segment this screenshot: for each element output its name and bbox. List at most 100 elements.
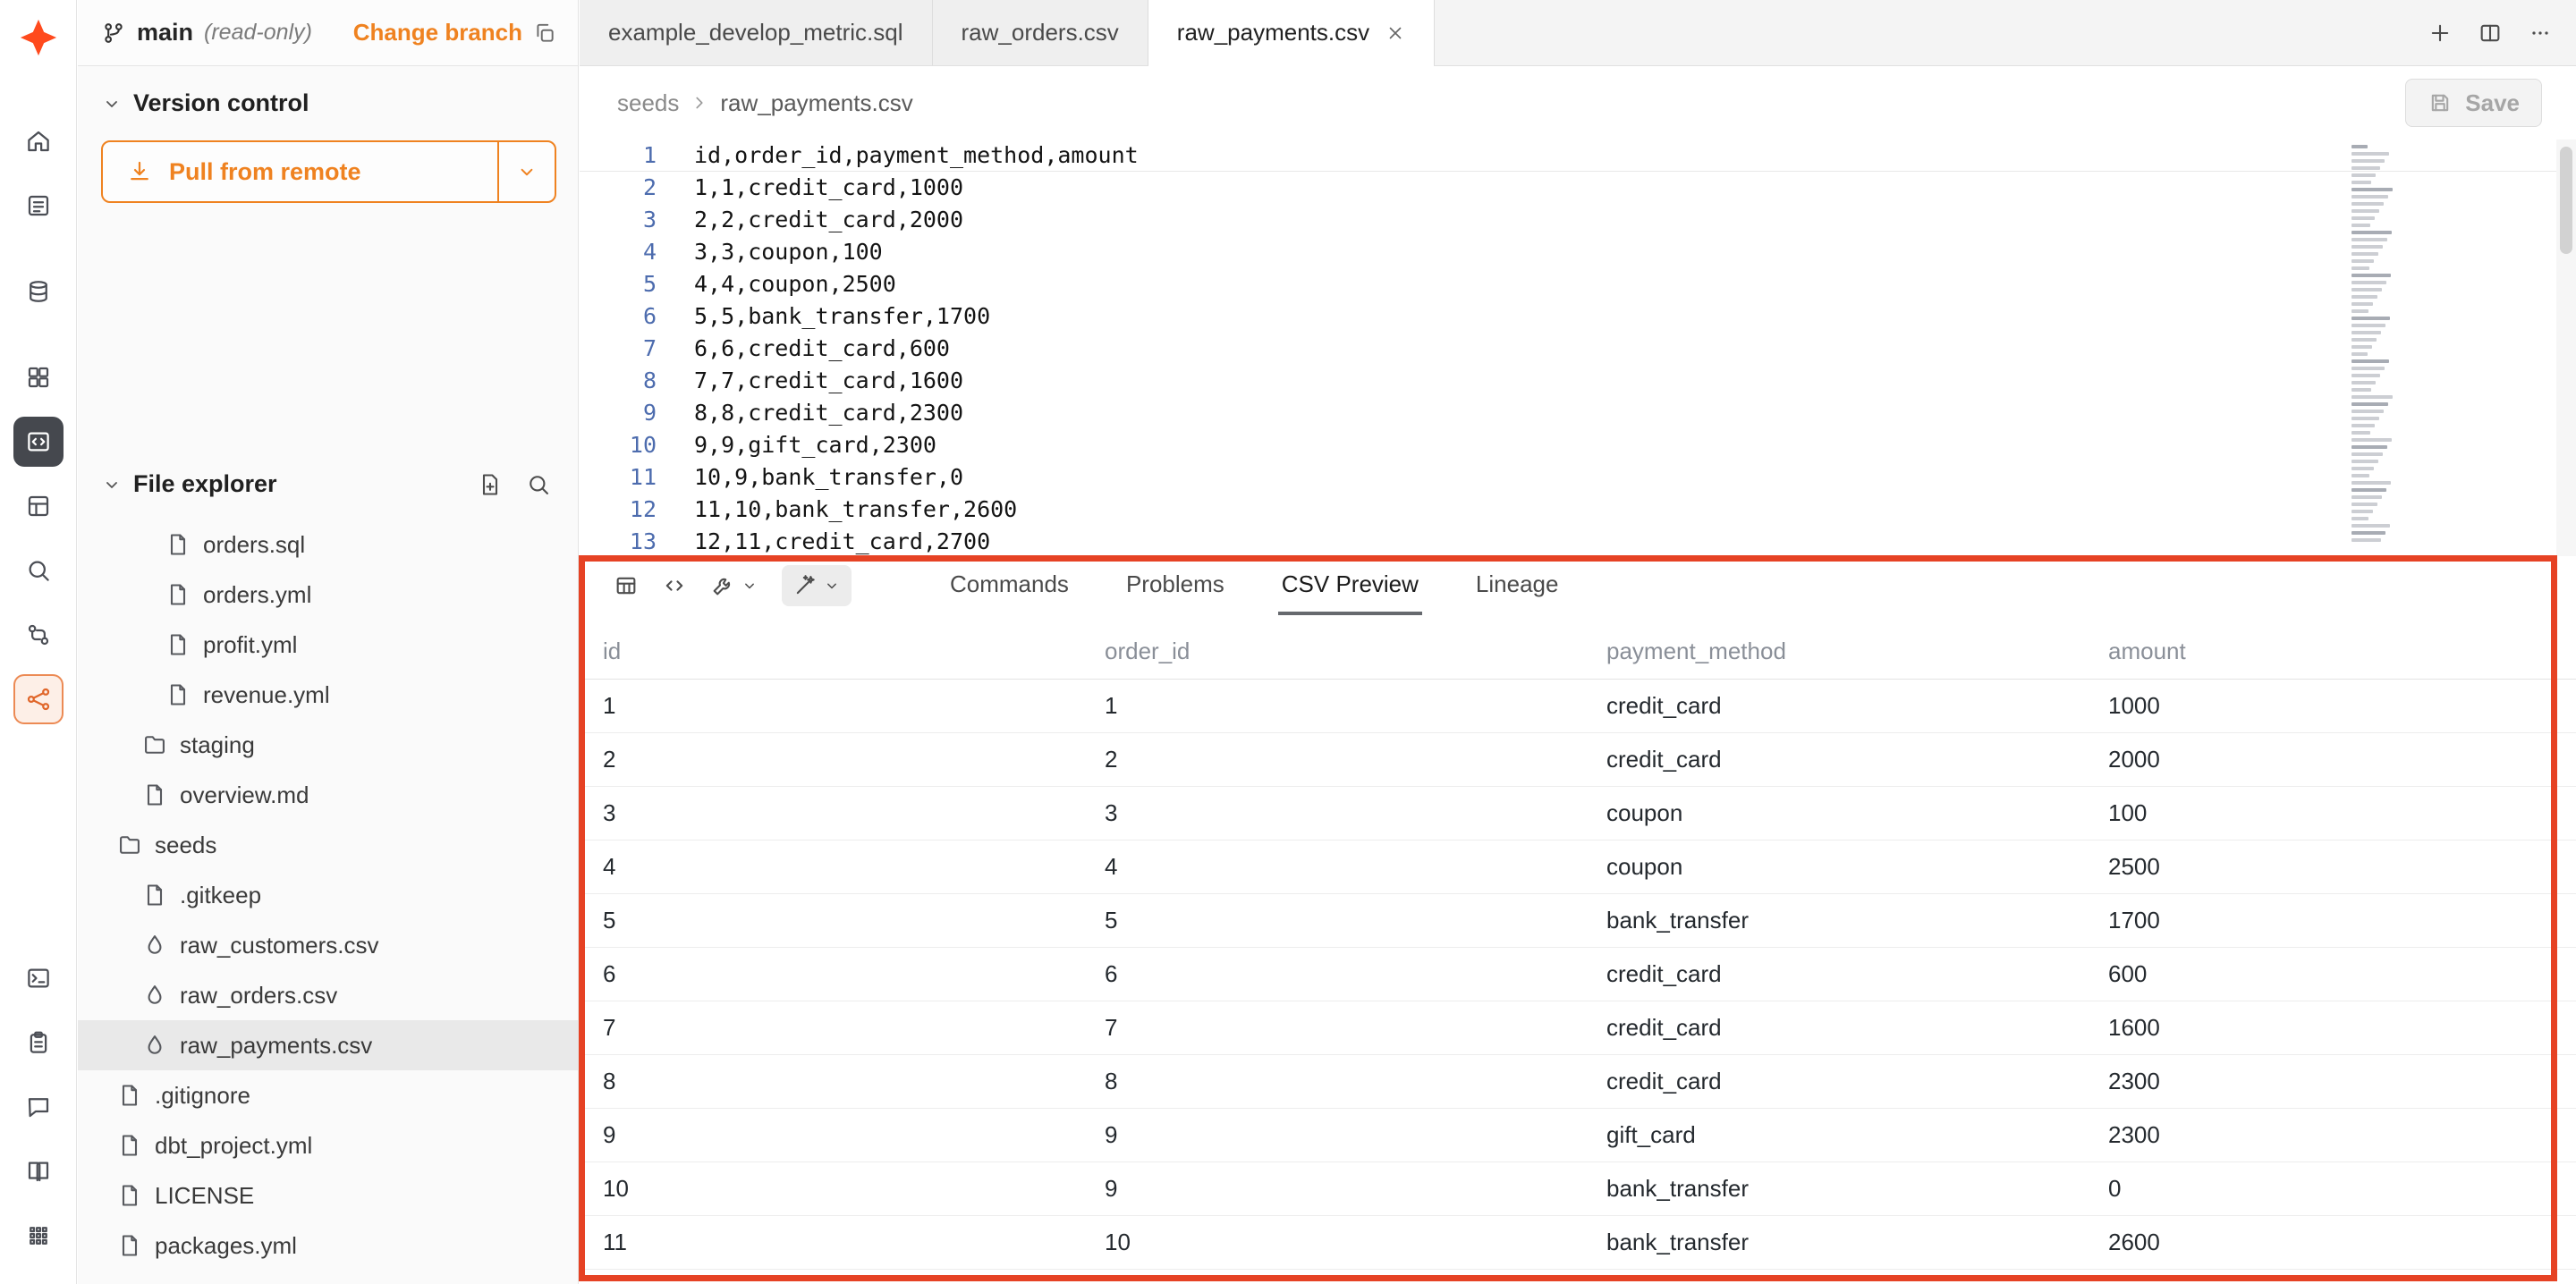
minimap-line bbox=[2351, 367, 2385, 370]
home-rail-button[interactable] bbox=[13, 116, 64, 166]
breadcrumb-seeds[interactable]: seeds bbox=[617, 89, 679, 117]
minimap-line bbox=[2351, 495, 2382, 499]
apps-rail-button[interactable] bbox=[13, 1211, 64, 1261]
version-control-section-header[interactable]: Version control bbox=[78, 66, 578, 126]
file-item-raw-payments-csv[interactable]: raw_payments.csv bbox=[78, 1020, 578, 1070]
table-row: 55bank_transfer1700 bbox=[580, 894, 2576, 948]
new-file-icon[interactable] bbox=[478, 472, 503, 497]
code-tool-button[interactable] bbox=[662, 573, 687, 598]
file-item-license[interactable]: LICENSE bbox=[78, 1170, 578, 1221]
table-cell: 5 bbox=[603, 907, 1105, 934]
file-item-seeds[interactable]: seeds bbox=[78, 820, 578, 870]
plus-icon bbox=[2428, 21, 2453, 46]
file-item-orders-yml[interactable]: orders.yml bbox=[78, 570, 578, 620]
line-text: 10,9,bank_transfer,0 bbox=[657, 461, 963, 494]
close-tab-button[interactable] bbox=[1385, 23, 1405, 43]
table-cell: 2600 bbox=[2108, 1229, 2576, 1256]
search-code-rail-button[interactable] bbox=[13, 545, 64, 596]
log-rail-button[interactable] bbox=[13, 181, 64, 231]
clipboard-rail-button[interactable] bbox=[13, 1018, 64, 1068]
code-editor-rail-button[interactable] bbox=[13, 417, 64, 467]
panel-tab-lineage[interactable]: Lineage bbox=[1472, 556, 1563, 615]
minimap-line bbox=[2351, 445, 2387, 449]
file-item--gitkeep[interactable]: .gitkeep bbox=[78, 870, 578, 920]
chevron-right-icon bbox=[690, 93, 709, 113]
database-rail-button[interactable] bbox=[13, 266, 64, 317]
pull-options-dropdown[interactable] bbox=[499, 142, 555, 201]
more-button[interactable] bbox=[2528, 21, 2553, 46]
line-number: 4 bbox=[580, 236, 657, 268]
tab-raw-orders-csv[interactable]: raw_orders.csv bbox=[933, 0, 1148, 65]
file-item-orders-sql[interactable]: orders.sql bbox=[78, 520, 578, 570]
file-item-dbt-project-yml[interactable]: dbt_project.yml bbox=[78, 1120, 578, 1170]
editor-minimap[interactable] bbox=[2351, 145, 2400, 545]
chevron-down-icon bbox=[101, 93, 123, 114]
pull-from-remote-main[interactable]: Pull from remote bbox=[103, 142, 497, 201]
file-item-raw-orders-csv[interactable]: raw_orders.csv bbox=[78, 970, 578, 1020]
line-number: 8 bbox=[580, 365, 657, 397]
file-icon bbox=[165, 632, 191, 657]
table-cell: 10 bbox=[603, 1175, 1105, 1203]
git-compare-icon bbox=[25, 621, 52, 648]
save-button[interactable]: Save bbox=[2405, 79, 2542, 127]
copy-branch-icon[interactable] bbox=[533, 21, 556, 45]
lineage-rail-button[interactable] bbox=[13, 674, 64, 724]
git-compare-rail-button[interactable] bbox=[13, 610, 64, 660]
split-view-button[interactable] bbox=[2478, 21, 2503, 46]
save-button-label: Save bbox=[2465, 89, 2520, 117]
bottom-panel: CommandsProblemsCSV PreviewLineage idord… bbox=[580, 556, 2576, 1284]
wand-tool-button[interactable] bbox=[782, 565, 852, 606]
file-item-label: seeds bbox=[155, 832, 216, 859]
table-cell: 7 bbox=[603, 1014, 1105, 1042]
grid-rail-button[interactable] bbox=[13, 352, 64, 402]
file-item--gitignore[interactable]: .gitignore bbox=[78, 1070, 578, 1120]
chevron-down-icon bbox=[101, 474, 123, 495]
close-icon bbox=[1385, 23, 1405, 43]
terminal-rail-button[interactable] bbox=[13, 953, 64, 1003]
table-tool-button[interactable] bbox=[614, 573, 639, 598]
code-editor[interactable]: 1id,order_id,payment_method,amount21,1,c… bbox=[580, 139, 2576, 556]
file-item-packages-yml[interactable]: packages.yml bbox=[78, 1221, 578, 1271]
table-cell: 0 bbox=[2108, 1175, 2576, 1203]
minimap-line bbox=[2351, 216, 2375, 220]
folder-icon bbox=[117, 832, 142, 857]
grid-icon bbox=[25, 364, 52, 391]
minimap-line bbox=[2351, 345, 2372, 349]
file-item-profit-yml[interactable]: profit.yml bbox=[78, 620, 578, 670]
file-item-staging[interactable]: staging bbox=[78, 720, 578, 770]
plus-button[interactable] bbox=[2428, 21, 2453, 46]
tab-example-develop-metric-sql[interactable]: example_develop_metric.sql bbox=[580, 0, 933, 65]
file-item-revenue-yml[interactable]: revenue.yml bbox=[78, 670, 578, 720]
table-cell: 9 bbox=[603, 1121, 1105, 1149]
minimap-line bbox=[2351, 410, 2384, 413]
log-icon bbox=[25, 192, 52, 219]
feedback-rail-button[interactable] bbox=[13, 1082, 64, 1132]
file-icon bbox=[117, 1083, 142, 1108]
chevron-down-icon bbox=[515, 160, 538, 183]
scrollbar-thumb[interactable] bbox=[2560, 147, 2572, 254]
pull-from-remote-button[interactable]: Pull from remote bbox=[101, 140, 556, 203]
panel-tab-commands[interactable]: Commands bbox=[946, 556, 1072, 615]
book-rail-button[interactable] bbox=[13, 1146, 64, 1196]
file-explorer-section-header[interactable]: File explorer bbox=[78, 447, 578, 507]
code-editor-icon bbox=[25, 428, 52, 455]
tab-raw-payments-csv[interactable]: raw_payments.csv bbox=[1148, 0, 1435, 65]
change-branch-link[interactable]: Change branch bbox=[353, 19, 522, 46]
code-line-12: 1211,10,bank_transfer,2600 bbox=[580, 494, 2576, 526]
file-icon bbox=[165, 582, 191, 607]
search-icon[interactable] bbox=[526, 472, 551, 497]
blocks-rail-button[interactable] bbox=[13, 481, 64, 531]
editor-scrollbar[interactable] bbox=[2556, 139, 2576, 556]
panel-tab-problems[interactable]: Problems bbox=[1123, 556, 1228, 615]
branch-readonly-label: (read-only) bbox=[204, 20, 312, 46]
wrench-tool-button[interactable] bbox=[710, 573, 758, 598]
line-text: 4,4,coupon,2500 bbox=[657, 268, 896, 300]
file-icon bbox=[142, 782, 167, 807]
table-cell: bank_transfer bbox=[1606, 1175, 2108, 1203]
panel-tab-csv-preview[interactable]: CSV Preview bbox=[1278, 556, 1422, 615]
file-item-raw-customers-csv[interactable]: raw_customers.csv bbox=[78, 920, 578, 970]
file-item-label: .gitignore bbox=[155, 1082, 250, 1110]
file-item-label: LICENSE bbox=[155, 1182, 254, 1210]
apps-icon bbox=[25, 1222, 52, 1249]
file-item-overview-md[interactable]: overview.md bbox=[78, 770, 578, 820]
